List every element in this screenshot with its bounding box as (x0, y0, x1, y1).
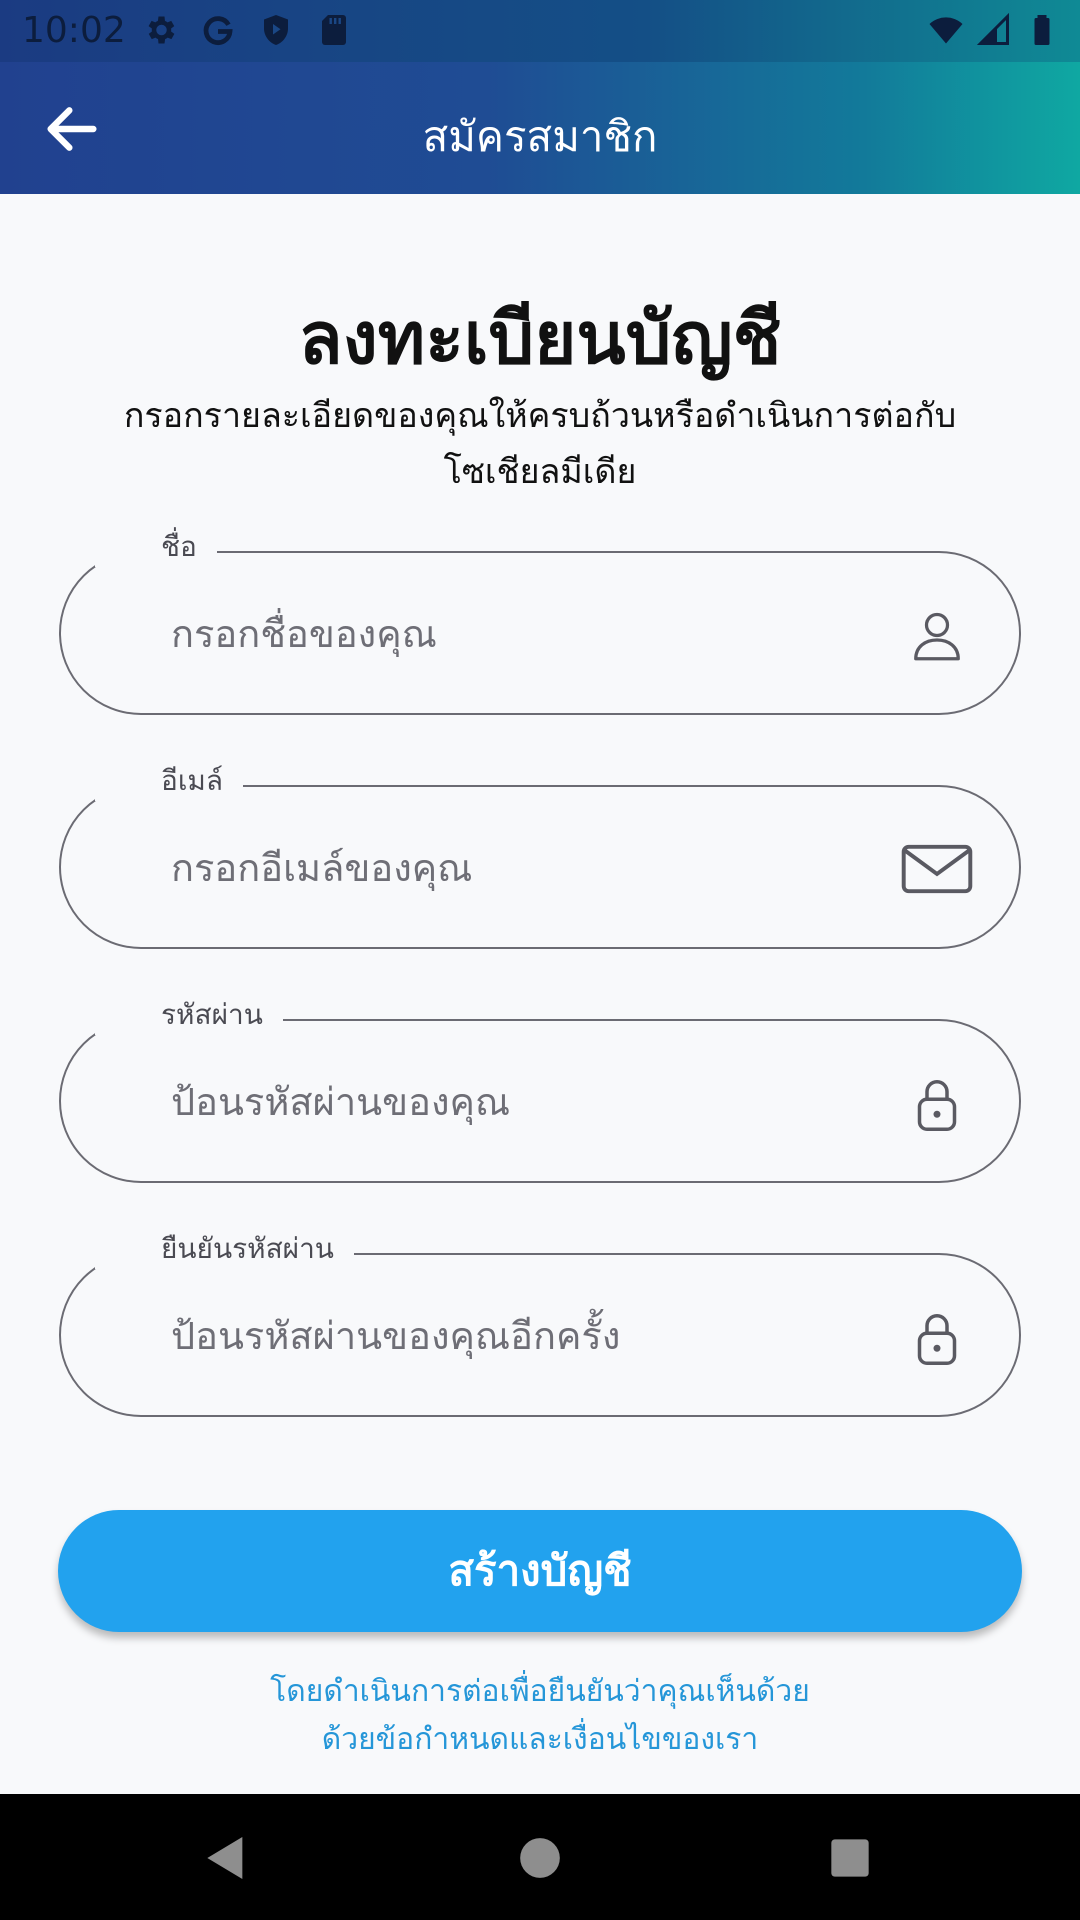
name-input[interactable] (169, 593, 873, 675)
home-circle-icon[interactable] (512, 1830, 568, 1886)
back-triangle-icon[interactable] (198, 1830, 254, 1886)
page-title: ลงทะเบียนบัญชี (298, 296, 782, 380)
terms-text[interactable]: โดยดำเนินการต่อเพื่อยืนยันว่าคุณเห็นด้วย… (140, 1668, 940, 1764)
shield-play-icon (264, 15, 288, 45)
status-bar: 10:02 (0, 0, 1080, 62)
lock-icon (917, 1080, 957, 1131)
battery-icon (1034, 15, 1050, 45)
confirm-password-field-label: ยืนยันรหัสผ่าน (95, 1229, 354, 1269)
email-field-label: อีเมล์ (95, 761, 244, 801)
email-input[interactable] (169, 827, 873, 909)
status-icons-right (928, 12, 1060, 48)
password-input[interactable] (169, 1061, 873, 1143)
wifi-icon (929, 17, 963, 44)
system-nav-bar (0, 1794, 1080, 1920)
page-subtitle: กรอกรายละเอียดของคุณให้ครบถ้วนหรือดำเนิน… (123, 396, 957, 492)
app-bar: สมัครสมาชิก (0, 62, 1080, 194)
create-account-button[interactable]: สร้างบัญชี (58, 1510, 1022, 1632)
status-icons-left (142, 12, 352, 48)
cell-signal-icon (976, 12, 1009, 45)
status-time: 10:02 (22, 10, 126, 51)
app-bar-title: สมัครสมาชิก (422, 112, 658, 161)
terms-line-2: ด้วยข้อกำหนดและเงื่อนไขของเรา (321, 1722, 759, 1757)
google-icon (203, 16, 233, 45)
terms-line-1: โดยดำเนินการต่อเพื่อยืนยันว่าคุณเห็นด้วย (270, 1674, 810, 1709)
name-field-label: ชื่อ (95, 527, 217, 567)
confirm-password-field: ยืนยันรหัสผ่าน (59, 1229, 1021, 1417)
confirm-password-input[interactable] (169, 1295, 873, 1377)
gear-icon (148, 16, 175, 44)
envelope-icon (901, 844, 973, 894)
person-icon (914, 612, 960, 661)
password-field: รหัสผ่าน (59, 995, 1021, 1183)
sd-card-icon (322, 15, 346, 45)
recents-square-icon[interactable] (822, 1830, 878, 1886)
name-field: ชื่อ (59, 527, 1021, 715)
email-field: อีเมล์ (59, 761, 1021, 949)
lock-icon (917, 1314, 957, 1365)
password-field-label: รหัสผ่าน (95, 995, 283, 1035)
